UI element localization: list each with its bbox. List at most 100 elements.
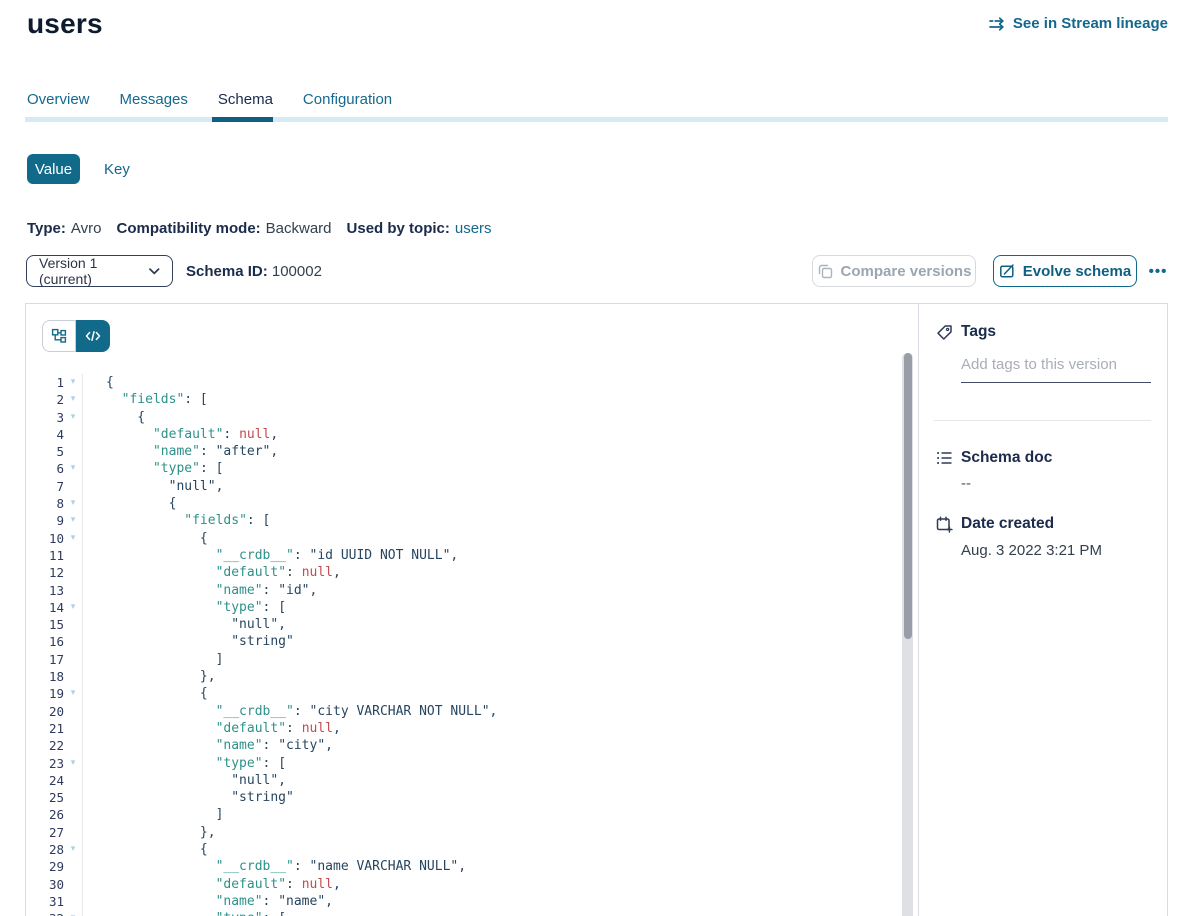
compare-versions-button[interactable]: Compare versions [812,255,976,287]
schema-doc-section-header: Schema doc [936,449,1052,467]
code-line: ] [106,651,894,668]
line-number: 10 [26,530,64,547]
chevron-down-icon [149,268,160,275]
evolve-schema-button[interactable]: Evolve schema [993,255,1137,287]
version-select-value: Version 1 (current) [39,255,149,287]
code-line: "default": null, [106,876,894,893]
fold-arrow-icon[interactable]: ▾ [64,755,82,772]
fold-arrow-empty [64,478,82,495]
see-in-stream-lineage-link[interactable]: See in Stream lineage [989,15,1168,32]
schema-meta-row: Type:Avro Compatibility mode:Backward Us… [27,220,492,237]
code-line: "__crdb__": "id UUID NOT NULL", [106,547,894,564]
tab-messages[interactable]: Messages [120,91,188,108]
fold-arrow-empty [64,893,82,910]
code-line: { [106,495,894,512]
line-number: 17 [26,651,64,668]
line-number: 27 [26,824,64,841]
version-select[interactable]: Version 1 (current) [26,255,173,287]
fold-arrow-icon[interactable]: ▾ [64,685,82,702]
tags-heading: Tags [961,323,996,341]
tab-overview[interactable]: Overview [27,91,90,108]
schema-id-value: 100002 [272,263,322,280]
sidebar-divider [934,420,1151,421]
fold-arrow-icon[interactable]: ▾ [64,530,82,547]
code-line: { [106,374,894,391]
code-line: "string" [106,789,894,806]
line-number: 21 [26,720,64,737]
editor-view-toggle [42,320,110,352]
code-line: "type": [ [106,460,894,477]
code-view-button[interactable] [76,320,110,352]
line-number: 24 [26,772,64,789]
doc-list-icon [936,450,953,466]
fold-arrow-empty [64,824,82,841]
fold-arrow-icon[interactable]: ▾ [64,460,82,477]
fold-arrow-icon[interactable]: ▾ [64,374,82,391]
fold-arrow-empty [64,772,82,789]
code-lines: { "fields": [ { "default": null, "name":… [82,374,894,916]
tree-view-icon [51,328,67,344]
editor-scrollbar-thumb[interactable] [904,353,912,639]
fold-arrow-icon[interactable]: ▾ [64,910,82,916]
line-number: 3 [26,409,64,426]
fold-arrow-icon[interactable]: ▾ [64,391,82,408]
evolve-button-label: Evolve schema [1023,263,1131,280]
fold-arrow-empty [64,547,82,564]
schema-details-sidebar: Tags Schema doc -- Date created Aug. 3 2… [920,304,1167,916]
code-line: "type": [ [106,755,894,772]
add-tags-input[interactable] [961,356,1151,383]
tab-underline-track [25,117,1168,122]
code-line: "default": null, [106,720,894,737]
line-number: 32 [26,910,64,916]
line-numbers: 1234567891011121314151617181920212223242… [26,374,64,916]
line-number: 22 [26,737,64,754]
tree-view-button[interactable] [42,320,76,352]
date-created-section-header: Date created [936,515,1054,533]
schema-id-label: Schema ID: [186,263,268,280]
code-line: }, [106,668,894,685]
fold-arrow-icon[interactable]: ▾ [64,409,82,426]
code-line: ] [106,806,894,823]
compare-button-label: Compare versions [841,263,972,280]
code-line: { [106,841,894,858]
type-value: Avro [71,220,102,237]
fold-arrow-empty [64,703,82,720]
fold-arrow-icon[interactable]: ▾ [64,599,82,616]
fold-arrow-icon[interactable]: ▾ [64,512,82,529]
fold-arrow-empty [64,858,82,875]
fold-arrow-empty [64,443,82,460]
schema-doc-value: -- [961,475,971,492]
value-toggle-button[interactable]: Value [27,154,80,184]
key-toggle-link[interactable]: Key [104,161,130,178]
type-label: Type: [27,220,66,237]
schema-id: Schema ID: 100002 [186,263,322,280]
fold-arrow-icon[interactable]: ▾ [64,841,82,858]
code-line: "__crdb__": "name VARCHAR NULL", [106,858,894,875]
code-line: "string" [106,633,894,650]
schema-code-editor: 1234567891011121314151617181920212223242… [26,374,894,916]
fold-arrow-icon[interactable]: ▾ [64,495,82,512]
code-line: { [106,685,894,702]
more-options-button[interactable]: ••• [1144,255,1172,287]
calendar-plus-icon [936,516,953,533]
editor-scrollbar-track[interactable] [902,353,913,916]
line-number: 9 [26,512,64,529]
line-number: 30 [26,876,64,893]
stream-lineage-icon [989,17,1006,31]
line-number: 13 [26,582,64,599]
line-number: 8 [26,495,64,512]
tab-schema[interactable]: Schema [218,91,273,108]
fold-arrow-empty [64,616,82,633]
line-number: 12 [26,564,64,581]
line-number: 23 [26,755,64,772]
code-line: "__crdb__": "city VARCHAR NOT NULL", [106,703,894,720]
tag-icon [936,324,953,341]
tab-configuration[interactable]: Configuration [303,91,392,108]
fold-arrow-empty [64,789,82,806]
code-line: "fields": [ [106,512,894,529]
code-line: "name": "id", [106,582,894,599]
used-by-topic-label: Used by topic: [347,220,450,237]
code-line: "fields": [ [106,391,894,408]
topic-link[interactable]: users [455,220,492,237]
compatibility-value: Backward [266,220,332,237]
